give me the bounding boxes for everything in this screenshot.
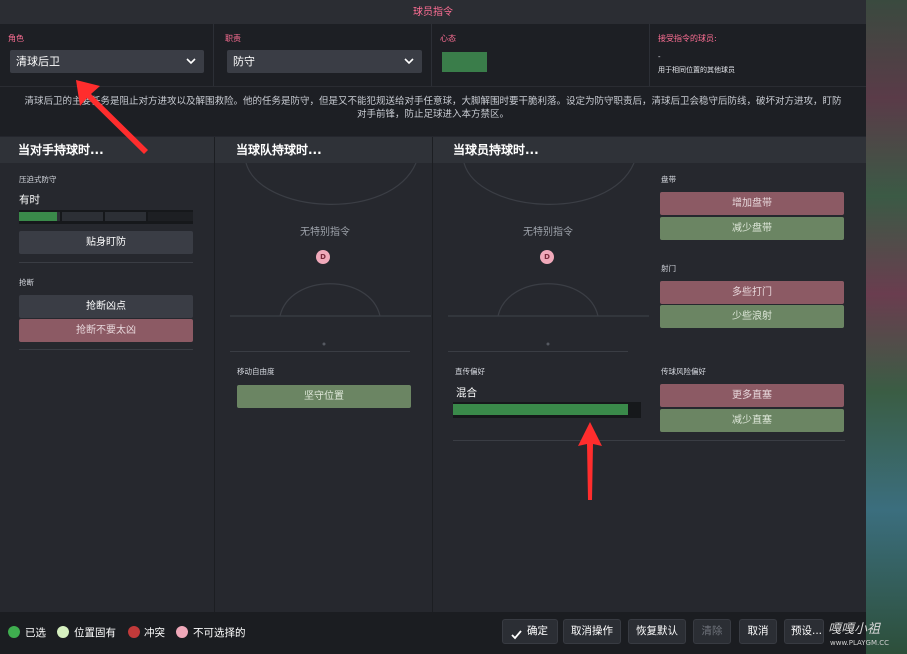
duty-label: 职责 <box>225 34 241 43</box>
role-select[interactable]: 清球后卫 <box>10 50 204 73</box>
bottom-bar: 已选 位置固有 冲突 不可选择的 确定 取消操作 恢复默认 清除 取消 预设..… <box>0 612 866 654</box>
panel-title: 当球队持球时... <box>215 137 432 163</box>
checkmark-icon <box>511 626 522 649</box>
clear-button[interactable]: 清除 <box>693 619 731 644</box>
receiver-note: 用于相同位置的其他球员 <box>658 66 735 74</box>
mood-indicator <box>442 52 487 72</box>
window-title: 球员指令 <box>413 7 453 18</box>
legend-selected-label: 已选 <box>25 627 46 639</box>
confirm-label: 确定 <box>527 625 548 637</box>
receiver-cell: 接受指令的球员: - 用于相同位置的其他球员 <box>650 24 866 86</box>
hold-position-button[interactable]: 坚守位置 <box>237 385 411 408</box>
duty-cell: 职责 防守 <box>214 24 432 86</box>
duty-select[interactable]: 防守 <box>227 50 422 73</box>
duty-value: 防守 <box>233 55 255 68</box>
pitch-diagram <box>230 163 431 346</box>
mood-cell: 心态 <box>432 24 650 86</box>
role-label: 角色 <box>8 34 24 43</box>
shoot-label: 射门 <box>661 264 676 273</box>
dribble-less-button[interactable]: 减少盘带 <box>660 217 844 240</box>
legend-unavailable-dot <box>176 626 188 638</box>
panel-team-possession: 当球队持球时... 无特别指令 D 移动自由度 坚守位置 <box>215 137 433 612</box>
legend-selected-dot <box>8 626 20 638</box>
chevron-down-icon <box>186 50 196 73</box>
riskier-passes-button[interactable]: 更多直塞 <box>660 384 844 407</box>
pressing-label: 压迫式防守 <box>19 175 57 184</box>
passing-directness-label: 直传偏好 <box>455 367 485 376</box>
receiver-value: - <box>658 53 661 61</box>
freedom-label: 移动自由度 <box>237 367 275 376</box>
tackling-label: 抢断 <box>19 278 34 287</box>
divider <box>448 351 628 352</box>
fewer-risky-passes-button[interactable]: 减少直塞 <box>660 409 844 432</box>
legend-conflict-label: 冲突 <box>144 627 165 639</box>
legend-unavailable-label: 不可选择的 <box>193 627 246 639</box>
svg-text:www.PLAYGM.CC: www.PLAYGM.CC <box>830 639 889 647</box>
reset-default-button[interactable]: 恢复默认 <box>628 619 686 644</box>
player-position-marker: D <box>316 250 330 264</box>
tackle-harder-button[interactable]: 抢断凶点 <box>19 295 193 318</box>
preset-button[interactable]: 预设... <box>784 619 824 644</box>
cancel-button[interactable]: 取消 <box>739 619 777 644</box>
dribble-label: 盘带 <box>661 175 676 184</box>
receiver-label: 接受指令的球员: <box>658 34 717 43</box>
legend-inherent-dot <box>57 626 69 638</box>
annotation-arrow-icon <box>578 422 602 500</box>
annotation-arrow-icon <box>76 80 148 154</box>
mood-label: 心态 <box>440 34 456 43</box>
dribble-more-button[interactable]: 增加盘带 <box>660 192 844 215</box>
passing-directness-value: 混合 <box>456 387 477 399</box>
pressing-value: 有时 <box>19 194 40 206</box>
no-instruction-text: 无特别指令 <box>300 227 350 238</box>
divider <box>230 351 410 352</box>
undo-button[interactable]: 取消操作 <box>563 619 621 644</box>
divider <box>19 349 193 350</box>
passing-directness-slider[interactable] <box>453 402 641 418</box>
shoot-more-button[interactable]: 多些打门 <box>660 281 844 304</box>
passing-directness-level <box>453 404 628 415</box>
role-value: 清球后卫 <box>16 55 60 68</box>
pressing-slider[interactable] <box>19 210 193 224</box>
background-strip <box>866 0 907 654</box>
panel-opponent-possession: 当对手持球时... 压迫式防守 有时 贴身盯防 抢断 抢断凶点 抢断不要太凶 <box>0 137 215 612</box>
confirm-button[interactable]: 确定 <box>502 619 558 644</box>
panel-player-possession: 当球员持球时... 无特别指令 D 盘带 增加盘带 减少盘带 射门 多些打门 少… <box>433 137 866 612</box>
tackle-softer-button[interactable]: 抢断不要太凶 <box>19 319 193 342</box>
passing-risk-label: 传球风险偏好 <box>661 367 706 376</box>
shoot-less-button[interactable]: 少些浪射 <box>660 305 844 328</box>
divider <box>19 262 193 263</box>
mark-tighter-button[interactable]: 贴身盯防 <box>19 231 193 254</box>
watermark-logo: 嘎嘎小祖 www.PLAYGM.CC <box>826 618 906 650</box>
pressing-level <box>19 212 58 221</box>
legend-inherent-label: 位置固有 <box>74 627 116 639</box>
chevron-down-icon <box>404 50 414 73</box>
divider <box>453 440 845 441</box>
svg-text:嘎嘎小祖: 嘎嘎小祖 <box>828 622 881 637</box>
panel-title: 当球员持球时... <box>433 137 866 163</box>
no-instruction-text: 无特别指令 <box>523 227 573 238</box>
legend-conflict-dot <box>128 626 140 638</box>
player-position-marker: D <box>540 250 554 264</box>
window-title-bar: 球员指令 <box>0 0 866 24</box>
